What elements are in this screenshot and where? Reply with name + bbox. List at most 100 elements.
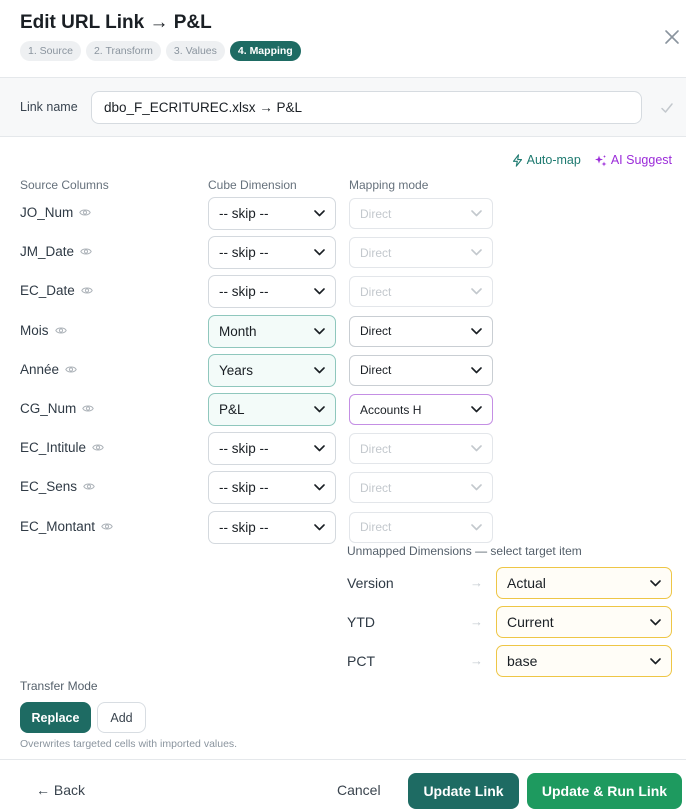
eye-icon[interactable] xyxy=(82,404,95,413)
chevron-down-icon xyxy=(314,327,325,334)
check-icon[interactable] xyxy=(660,101,674,115)
step-values[interactable]: 3. Values xyxy=(165,41,225,61)
mapping-mode-value: Direct xyxy=(360,480,392,495)
cube-dimension-select[interactable]: P&L xyxy=(208,393,336,426)
chevron-down-icon xyxy=(471,484,482,491)
chevron-down-icon xyxy=(650,579,661,586)
cube-dimension-value: Month xyxy=(219,323,257,339)
transfer-mode-hint: Overwrites targeted cells with imported … xyxy=(20,738,238,750)
source-column: CG_Num xyxy=(20,401,95,416)
source-column: Mois xyxy=(20,323,67,338)
cube-dimension-select[interactable]: -- skip -- xyxy=(208,236,336,270)
unmapped-dimension-row: PCT → base xyxy=(347,645,677,679)
step-transform[interactable]: 2. Transform xyxy=(85,41,161,61)
cube-dimension-value: -- skip -- xyxy=(219,441,269,457)
unmapped-dimension-row: Version → Actual xyxy=(347,567,677,601)
arrow-right-icon: → xyxy=(470,614,483,629)
target-item-select[interactable]: base xyxy=(496,645,672,677)
eye-icon[interactable] xyxy=(81,286,93,295)
chevron-down-icon xyxy=(314,249,325,256)
unmapped-dimensions-title: Unmapped Dimensions — select target item xyxy=(347,544,582,558)
chevron-down-icon xyxy=(314,288,325,295)
eye-icon[interactable] xyxy=(83,482,95,491)
mapping-mode-select: Direct xyxy=(349,276,493,308)
mapping-row: CG_Num P&L Accounts H xyxy=(0,393,686,427)
source-column-name: Année xyxy=(20,361,60,377)
mapping-mode-select[interactable]: Accounts H xyxy=(349,394,493,425)
eye-icon[interactable] xyxy=(79,208,92,217)
eye-icon[interactable] xyxy=(92,443,104,452)
cube-dimension-select[interactable]: Years xyxy=(208,353,336,387)
cube-dimension-select[interactable]: -- skip -- xyxy=(208,275,336,309)
step-source[interactable]: 1. Source xyxy=(20,41,81,61)
eye-icon[interactable] xyxy=(65,365,77,374)
cube-dimension-header: Cube Dimension xyxy=(208,178,297,192)
chevron-down-icon xyxy=(314,366,325,374)
cube-dimension-value: P&L xyxy=(219,402,245,417)
mapping-mode-value: Direct xyxy=(360,441,392,456)
source-column-name: EC_Intitule xyxy=(20,440,87,456)
source-column-name: Mois xyxy=(20,322,49,338)
ai-suggest-button[interactable]: AI Suggest xyxy=(594,153,672,167)
mapping-mode-value: Direct xyxy=(360,206,392,221)
chevron-down-icon xyxy=(314,210,325,217)
automap-button[interactable]: Auto-map xyxy=(512,153,581,167)
add-button[interactable]: Add xyxy=(97,702,146,733)
chevron-down-icon xyxy=(471,288,482,295)
chevron-down-icon xyxy=(471,249,482,256)
cube-dimension-select[interactable]: Month xyxy=(208,314,336,348)
source-columns-header: Source Columns xyxy=(20,178,109,192)
link-name-input[interactable] xyxy=(91,91,642,124)
mapping-mode-select[interactable]: Direct xyxy=(349,315,493,347)
cube-dimension-value: -- skip -- xyxy=(219,480,269,496)
update-run-link-button[interactable]: Update & Run Link xyxy=(527,773,682,809)
cube-dimension-select[interactable]: -- skip -- xyxy=(208,197,336,230)
unmapped-dimension-name: Version xyxy=(347,575,394,591)
cube-dimension-value: -- skip -- xyxy=(219,284,269,300)
unmapped-dimension-name: YTD xyxy=(347,614,375,630)
back-button[interactable]: ← Back xyxy=(36,782,85,798)
mapping-mode-select[interactable]: Direct xyxy=(349,354,493,386)
ai-suggest-label: AI Suggest xyxy=(610,153,672,167)
target-item-select[interactable]: Current xyxy=(496,606,672,638)
cube-dimension-value: -- skip -- xyxy=(219,245,269,261)
chevron-down-icon xyxy=(471,327,482,334)
cancel-button[interactable]: Cancel xyxy=(337,782,381,798)
mapping-row: JM_Date -- skip -- Direct xyxy=(0,236,686,270)
mapping-mode-select: Direct xyxy=(349,198,493,229)
cube-dimension-value: -- skip -- xyxy=(219,519,269,535)
step-mapping[interactable]: 4. Mapping xyxy=(229,41,301,61)
chevron-down-icon xyxy=(650,657,661,664)
replace-button[interactable]: Replace xyxy=(20,702,91,733)
mapping-mode-value: Direct xyxy=(360,363,392,378)
mapping-mode-header: Mapping mode xyxy=(349,178,429,192)
chevron-down-icon xyxy=(471,210,482,217)
chevron-down-icon xyxy=(471,366,482,374)
mapping-mode-select: Direct xyxy=(349,433,493,465)
source-column-name: EC_Sens xyxy=(20,479,78,495)
mapping-row: EC_Montant -- skip -- Direct xyxy=(0,510,686,545)
cube-dimension-select[interactable]: -- skip -- xyxy=(208,510,336,544)
chevron-down-icon xyxy=(471,523,482,530)
transfer-mode-label: Transfer Mode xyxy=(20,679,98,693)
mapping-mode-value: Direct xyxy=(360,520,392,535)
cube-dimension-select[interactable]: -- skip -- xyxy=(208,432,336,466)
source-column-name: EC_Montant xyxy=(20,518,96,534)
source-column-name: CG_Num xyxy=(20,401,77,416)
cube-dimension-value: -- skip -- xyxy=(219,206,269,221)
chevron-down-icon xyxy=(314,445,325,452)
unmapped-dimension-row: YTD → Current xyxy=(347,606,677,640)
update-link-button[interactable]: Update Link xyxy=(408,773,519,809)
dialog-title: Edit URL Link → P&L xyxy=(20,12,212,33)
eye-icon[interactable] xyxy=(101,522,113,531)
close-icon[interactable] xyxy=(662,27,682,47)
eye-icon[interactable] xyxy=(54,326,67,335)
target-item-select[interactable]: Actual xyxy=(496,567,672,599)
eye-icon[interactable] xyxy=(80,247,92,256)
mapping-mode-value: Direct xyxy=(360,245,392,260)
mapping-mode-select: Direct xyxy=(349,237,493,269)
chevron-down-icon xyxy=(314,523,325,530)
cube-dimension-select[interactable]: -- skip -- xyxy=(208,471,336,505)
mapping-row: EC_Intitule -- skip -- Direct xyxy=(0,432,686,466)
mapping-row: EC_Date -- skip -- Direct xyxy=(0,275,686,309)
